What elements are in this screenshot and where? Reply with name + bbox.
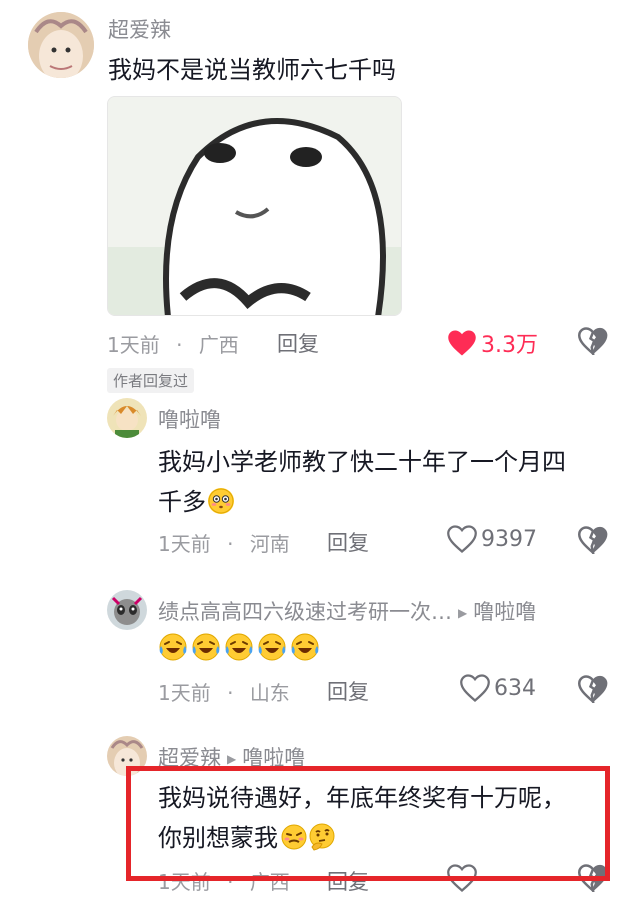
reply-button[interactable]: 回复 [277,328,319,358]
reply-button[interactable]: 回复 [327,527,369,557]
comment-time: 1天前 [107,333,160,357]
broken-heart-icon [577,864,608,894]
comment-region: 广西 [249,870,290,894]
author-replied-badge: 作者回复过 [107,368,195,393]
reply-to-username[interactable]: 噜啦噜 [242,746,305,770]
like-count: 9397 [481,526,537,552]
comment-text: 我妈说待遇好，年底年终奖有十万呢， 你别想蒙我 [158,778,618,858]
comment-username[interactable]: 绩点高高四六级速过考研一次… ▶ 噜啦噜 [158,596,536,626]
comment-meta: 1天前 · 广西 [107,329,239,358]
dislike-button[interactable] [577,864,608,896]
avatar[interactable] [28,12,94,78]
heart-icon [447,525,477,553]
avatar[interactable] [107,590,147,630]
comment-time: 1天前 [158,870,211,894]
reply-arrow-icon: ▶ [458,606,468,620]
comment-time: 1天前 [158,532,211,556]
like-button[interactable] [447,864,477,896]
comment-text-line: 我妈小学老师教了快二十年了一个月四 [158,448,566,476]
comment-username-text[interactable]: 超爱辣 [158,746,221,770]
dislike-button[interactable] [577,327,608,359]
comment-username-text[interactable]: 绩点高高四六级速过考研一次… [158,600,452,624]
comment-region: 山东 [249,681,290,705]
like-count: 3.3万 [481,333,538,358]
comment-text-line: 我妈说待遇好，年底年终奖有十万呢， [158,784,566,812]
heart-icon [460,674,490,702]
broken-heart-icon [577,327,608,357]
like-button[interactable]: 9397 [447,525,537,553]
comment-time: 1天前 [158,681,211,705]
comment-image-sticker[interactable] [107,96,402,316]
laughing-crying-emoji-icon [225,633,253,661]
comment-meta: 1天前 · 广西 [158,866,290,895]
woozy-emoji-icon [281,824,307,850]
comment-text-line: 你别想蒙我 [158,824,278,852]
separator: · [227,870,234,894]
separator: · [176,333,183,357]
comment-username[interactable]: 超爱辣 [108,14,171,44]
like-button[interactable]: 3.3万 [447,327,538,359]
laughing-crying-emoji-icon [291,633,319,661]
heart-icon [447,864,477,892]
reply-button[interactable]: 回复 [327,676,369,706]
thinking-emoji-icon [309,823,335,851]
comment-emoji-row [158,632,320,662]
dislike-button[interactable] [577,526,608,558]
avatar[interactable] [107,398,147,438]
comment-username[interactable]: 噜啦噜 [158,404,221,434]
comment-meta: 1天前 · 河南 [158,528,290,557]
broken-heart-icon [577,675,608,705]
dislike-button[interactable] [577,675,608,707]
separator: · [227,532,234,556]
laughing-crying-emoji-icon [159,633,187,661]
like-count: 634 [494,675,536,701]
comment-text-line: 千多 [158,488,206,516]
comment-region: 河南 [249,532,290,556]
avatar[interactable] [107,736,147,776]
comment-text: 我妈不是说当教师六七千吗 [108,56,396,84]
like-button[interactable]: 634 [460,674,536,702]
comment-meta: 1天前 · 山东 [158,677,290,706]
laughing-crying-emoji-icon [258,633,286,661]
comment-username[interactable]: 超爱辣 ▶ 噜啦噜 [158,742,305,772]
laughing-crying-emoji-icon [192,633,220,661]
reply-button[interactable]: 回复 [327,866,369,896]
reply-arrow-icon: ▶ [227,752,237,766]
separator: · [227,681,234,705]
comment-text: 我妈小学老师教了快二十年了一个月四 千多 [158,442,618,522]
comment-region: 广西 [198,333,239,357]
broken-heart-icon [577,526,608,556]
reply-to-username[interactable]: 噜啦噜 [473,600,536,624]
heart-icon [448,330,476,356]
flushed-emoji-icon [208,488,234,514]
